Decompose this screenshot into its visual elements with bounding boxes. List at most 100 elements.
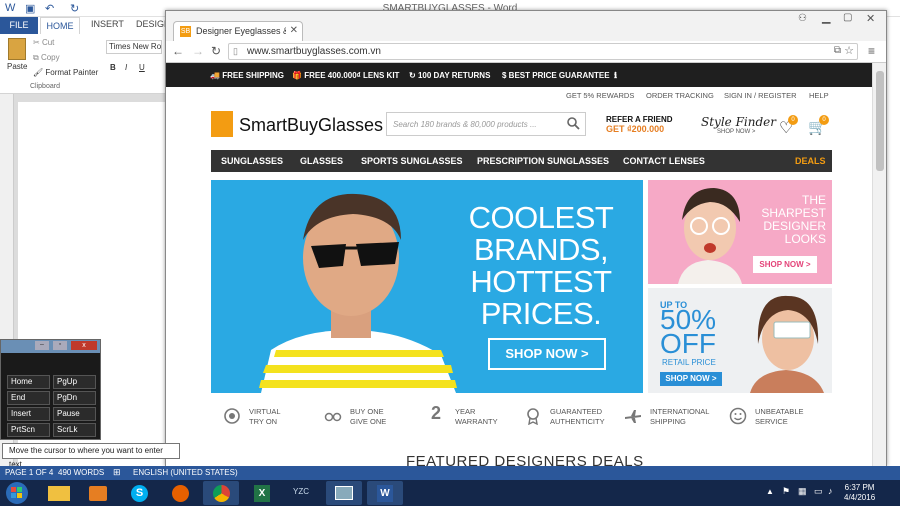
hero-model-image bbox=[259, 193, 457, 393]
help-link[interactable]: HELP bbox=[809, 91, 829, 100]
close-window-icon[interactable]: ✕ bbox=[866, 12, 875, 25]
cut-button[interactable]: ✂ Cut bbox=[33, 38, 54, 47]
chrome-menu-icon[interactable]: ≡ bbox=[868, 44, 875, 58]
designer-looks-banner[interactable]: THE SHARPEST DESIGNER LOOKS SHOP NOW > bbox=[648, 180, 832, 284]
address-bar[interactable]: ▯ www.smartbuyglasses.com.vn ⧉ ☆ bbox=[228, 43, 858, 60]
user-icon[interactable]: ⚇ bbox=[798, 13, 807, 24]
key-end[interactable]: End bbox=[7, 391, 50, 405]
tab-title: Designer Eyeglasses & Su bbox=[196, 26, 286, 36]
page-scrollbar[interactable] bbox=[872, 63, 886, 467]
close-tab-icon[interactable]: ✕ bbox=[290, 25, 298, 36]
start-button-icon[interactable] bbox=[3, 481, 31, 505]
keyboard-restore-icon[interactable]: ▫ bbox=[53, 341, 67, 350]
key-prtscn[interactable]: PrtScn bbox=[7, 423, 50, 437]
bold-button[interactable]: B bbox=[110, 63, 116, 72]
nav-prescription-sunglasses[interactable]: PRESCRIPTION SUNGLASSES bbox=[477, 156, 609, 166]
key-pause[interactable]: Pause bbox=[53, 407, 96, 421]
tab-home[interactable]: HOME bbox=[40, 17, 80, 34]
nav-sunglasses[interactable]: SUNGLASSES bbox=[221, 156, 283, 166]
font-name-box[interactable]: Times New Ro bbox=[106, 40, 162, 54]
back-icon[interactable]: ← bbox=[172, 44, 184, 58]
bookmark-star-icon[interactable]: ☆ bbox=[844, 44, 854, 57]
hero-line-4: PRICES. bbox=[480, 296, 602, 331]
redo-icon[interactable]: ↻ bbox=[70, 2, 79, 15]
reload-icon[interactable]: ↻ bbox=[211, 44, 221, 58]
designer-shop-now-button[interactable]: SHOP NOW > bbox=[753, 256, 817, 273]
italic-button[interactable]: I bbox=[125, 63, 127, 72]
window-icon[interactable] bbox=[326, 481, 362, 505]
style-finder[interactable]: Style Finder SHOP NOW > bbox=[701, 115, 776, 135]
keyboard-minimize-icon[interactable]: – bbox=[35, 341, 49, 350]
rewards-link[interactable]: GET 5% REWARDS bbox=[566, 91, 634, 100]
underline-button[interactable]: U bbox=[139, 63, 145, 72]
hero-shop-now-button[interactable]: SHOP NOW > bbox=[488, 338, 606, 370]
tray-battery-icon[interactable]: ▭ bbox=[814, 486, 823, 497]
restore-icon[interactable]: ▢ bbox=[843, 12, 852, 23]
keyboard-close-icon[interactable]: x bbox=[71, 341, 97, 350]
key-pgdn[interactable]: PgDn bbox=[53, 391, 96, 405]
benefits-bar: 🚚 FREE SHIPPING 🎁 FREE 400.000₫ LENS KIT… bbox=[166, 63, 872, 87]
translate-icon[interactable]: ⧉ bbox=[834, 45, 841, 56]
proofing-icon[interactable]: ⊞ bbox=[113, 467, 121, 478]
chrome-taskbar-icon[interactable] bbox=[203, 481, 239, 505]
taskbar: S X YZC W ▲ ⚑ ▦ ▭ ♪ 6:37 PM 4/4/2016 bbox=[0, 480, 900, 506]
undo-icon[interactable]: ↶ bbox=[45, 2, 54, 15]
contact-lens-banner[interactable]: UP TO 50% OFF RETAIL PRICE SHOP NOW > bbox=[648, 288, 832, 393]
system-clock[interactable]: 6:37 PM 4/4/2016 bbox=[844, 483, 875, 503]
on-screen-keyboard: – ▫ x Home PgUp End PgDn Insert Pause Pr… bbox=[0, 339, 101, 440]
designer-banner-text: THE SHARPEST DESIGNER LOOKS bbox=[754, 194, 826, 246]
tray-network-icon[interactable]: ▦ bbox=[798, 486, 807, 497]
tray-arrow-icon[interactable]: ▲ bbox=[766, 487, 774, 496]
word-taskbar-icon[interactable]: W bbox=[367, 481, 403, 505]
hero-banner[interactable]: COOLEST BRANDS, HOTTEST PRICES. SHOP NOW… bbox=[211, 180, 643, 393]
tray-volume-icon[interactable]: ♪ bbox=[828, 486, 833, 496]
info-icon[interactable]: ℹ bbox=[614, 71, 617, 80]
excel-icon[interactable]: X bbox=[244, 481, 280, 505]
keyboard-titlebar[interactable]: – ▫ x bbox=[1, 340, 100, 353]
benefit-5-line2: SHIPPING bbox=[650, 417, 686, 426]
sign-in-link[interactable]: SIGN IN / REGISTER bbox=[724, 91, 797, 100]
order-tracking-link[interactable]: ORDER TRACKING bbox=[646, 91, 714, 100]
media-player-icon[interactable] bbox=[80, 481, 116, 505]
key-scrlk[interactable]: ScrLk bbox=[53, 423, 96, 437]
nav-glasses[interactable]: GLASSES bbox=[300, 156, 343, 166]
save-icon[interactable]: ▣ bbox=[25, 2, 35, 15]
nav-deals[interactable]: DEALS bbox=[795, 156, 826, 166]
language-indicator[interactable]: ENGLISH (UNITED STATES) bbox=[133, 468, 238, 477]
nav-contact-lenses[interactable]: CONTACT LENSES bbox=[623, 156, 705, 166]
free-shipping-label: FREE SHIPPING bbox=[222, 71, 284, 80]
scrollbar-thumb[interactable] bbox=[876, 71, 884, 171]
paste-icon[interactable] bbox=[8, 38, 26, 60]
search-input[interactable]: Search 180 brands & 80,000 products ... bbox=[386, 112, 586, 136]
word-count[interactable]: 490 WORDS bbox=[58, 468, 104, 477]
firefox-icon[interactable] bbox=[162, 481, 198, 505]
key-insert[interactable]: Insert bbox=[7, 407, 50, 421]
key-pgup[interactable]: PgUp bbox=[53, 375, 96, 389]
tray-flag-icon[interactable]: ⚑ bbox=[782, 486, 790, 497]
main-nav: SUNGLASSES GLASSES SPORTS SUNGLASSES PRE… bbox=[211, 150, 832, 172]
file-explorer-icon[interactable] bbox=[40, 481, 76, 505]
tab-file[interactable]: FILE bbox=[0, 17, 38, 34]
key-home[interactable]: Home bbox=[7, 375, 50, 389]
page-count[interactable]: PAGE 1 OF 4 bbox=[5, 468, 53, 477]
search-icon[interactable] bbox=[566, 116, 580, 130]
contacts-shop-now-button[interactable]: SHOP NOW > bbox=[660, 372, 722, 386]
app-icon[interactable]: YZC bbox=[285, 481, 321, 505]
skype-icon[interactable]: S bbox=[121, 481, 157, 505]
tab-insert[interactable]: INSERT bbox=[91, 19, 124, 29]
cart-icon[interactable]: 🛒 0 bbox=[808, 115, 829, 136]
copy-button[interactable]: ⧉ Copy bbox=[33, 53, 60, 63]
wishlist-heart-icon[interactable]: ♡ 0 bbox=[779, 115, 798, 138]
cart-badge: 0 bbox=[819, 115, 829, 125]
forward-icon[interactable]: → bbox=[192, 44, 204, 58]
format-painter-button[interactable]: 🖌 Format Painter bbox=[33, 68, 98, 77]
benefit-6-line1: UNBEATABLE bbox=[755, 407, 804, 416]
copy-label: Copy bbox=[40, 53, 60, 62]
browser-tab[interactable]: SB Designer Eyeglasses & Su ✕ bbox=[173, 21, 303, 41]
refer-a-friend[interactable]: REFER A FRIEND GET ₫200.000 bbox=[606, 115, 673, 134]
refer-line1: REFER A FRIEND bbox=[606, 115, 673, 124]
minimize-icon[interactable]: ▁ bbox=[822, 11, 830, 24]
designer-line-4: LOOKS bbox=[784, 232, 826, 246]
nav-sports-sunglasses[interactable]: SPORTS SUNGLASSES bbox=[361, 156, 463, 166]
paste-button[interactable]: Paste bbox=[7, 62, 27, 71]
